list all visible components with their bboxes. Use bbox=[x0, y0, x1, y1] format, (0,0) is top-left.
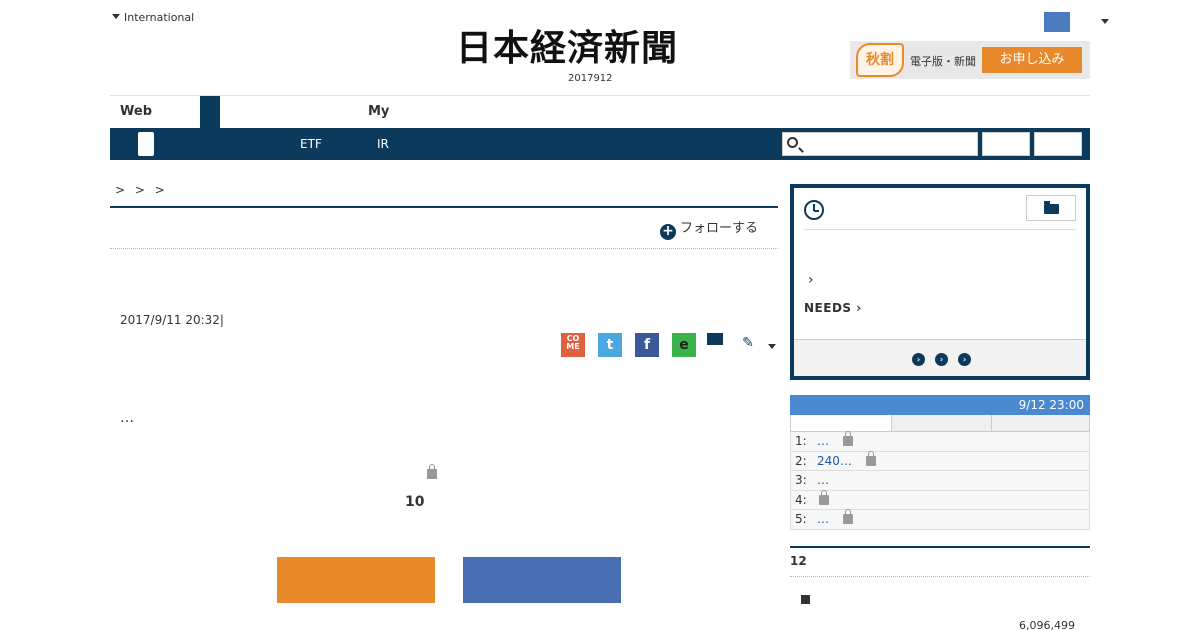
ranking-title[interactable]: … bbox=[817, 434, 829, 448]
clip-icon[interactable]: ✎ bbox=[736, 331, 760, 355]
chevron-right-icon[interactable]: › bbox=[808, 272, 814, 288]
twitter-icon[interactable]: t bbox=[598, 333, 622, 357]
tab-web[interactable]: Web bbox=[110, 96, 200, 128]
ranking-tab-3[interactable] bbox=[991, 415, 1089, 431]
login-button[interactable] bbox=[463, 557, 621, 603]
nikkei-logo[interactable]: 日本経済新聞 bbox=[456, 28, 746, 68]
ranking-title[interactable]: 240… bbox=[817, 454, 852, 468]
ranking-tab-2[interactable] bbox=[891, 415, 991, 431]
article-lead-text: … bbox=[120, 410, 134, 426]
nav-item-ir[interactable]: IR bbox=[377, 128, 389, 160]
square-bullet-icon bbox=[801, 595, 810, 604]
section-divider bbox=[790, 576, 1090, 577]
edition-label: International bbox=[124, 11, 195, 24]
header-divider bbox=[110, 95, 1090, 96]
section-rule bbox=[790, 546, 1090, 548]
search-input[interactable] bbox=[782, 132, 978, 156]
search-icon bbox=[787, 137, 798, 148]
section-title: 12 bbox=[790, 554, 807, 568]
article-divider bbox=[110, 248, 778, 249]
ranking-title[interactable]: … bbox=[817, 512, 829, 526]
article-timestamp: 2017/9/11 20:32| bbox=[120, 313, 224, 327]
history-panel: › NEEDS › › › › bbox=[790, 184, 1090, 380]
facebook-icon[interactable]: f bbox=[635, 333, 659, 357]
autumn-sale-badge: 秋割 bbox=[856, 43, 904, 77]
header-date: 2017912 bbox=[568, 73, 613, 84]
nav-item-etf[interactable]: ETF bbox=[300, 128, 322, 160]
evernote-icon[interactable]: e bbox=[672, 333, 696, 357]
needs-link[interactable]: NEEDS › bbox=[804, 301, 862, 315]
article-count: 10 bbox=[405, 494, 425, 510]
folder-button[interactable] bbox=[1026, 195, 1076, 221]
ranking-title[interactable]: … bbox=[817, 473, 829, 487]
nav-button-1[interactable] bbox=[982, 132, 1030, 156]
ranking-tabs bbox=[790, 415, 1090, 432]
ranking-row[interactable]: 1:… bbox=[790, 431, 1090, 452]
ranking-row[interactable]: 4: bbox=[790, 489, 1090, 511]
follow-label: フォローする bbox=[680, 221, 759, 236]
ranking-row[interactable]: 2: 240… bbox=[790, 450, 1090, 472]
lock-icon bbox=[819, 489, 829, 505]
lock-icon bbox=[843, 431, 853, 446]
tab-active-indicator[interactable] bbox=[200, 96, 220, 128]
ranking-row[interactable]: 3:… bbox=[790, 471, 1090, 491]
section-value: 6,096,499 bbox=[1019, 619, 1075, 630]
apply-button[interactable]: お申し込み bbox=[982, 47, 1082, 73]
tab-my[interactable]: My bbox=[368, 96, 389, 128]
ranking-header: 9/12 23:00 bbox=[790, 395, 1090, 415]
lock-icon bbox=[427, 464, 437, 479]
nav-home-button[interactable] bbox=[138, 132, 154, 156]
lock-icon bbox=[865, 450, 876, 466]
international-edition-dropdown[interactable]: International bbox=[112, 11, 194, 24]
account-caret-down-icon[interactable] bbox=[1101, 19, 1109, 24]
panel-nav-button-3[interactable]: › bbox=[958, 353, 971, 366]
panel-footer: › › › bbox=[794, 339, 1086, 376]
panel-nav-button-2[interactable]: › bbox=[935, 353, 948, 366]
share-toolbar: CO ME t f e ✎ bbox=[561, 333, 781, 357]
ranking-tab-1[interactable] bbox=[791, 415, 891, 431]
lock-icon bbox=[843, 509, 853, 525]
clock-icon bbox=[804, 200, 824, 220]
breadcrumb[interactable]: > > > bbox=[115, 183, 168, 197]
subscribe-button[interactable] bbox=[277, 557, 435, 603]
panel-nav-button-1[interactable]: › bbox=[912, 353, 925, 366]
nav-button-2[interactable] bbox=[1034, 132, 1082, 156]
folder-icon bbox=[1044, 201, 1059, 214]
share-more-caret-icon[interactable] bbox=[768, 344, 776, 349]
follow-button[interactable]: + フォローする bbox=[660, 219, 759, 240]
mail-icon[interactable] bbox=[707, 333, 723, 345]
panel-divider bbox=[804, 229, 1076, 230]
promo-text: 電子版・新聞 bbox=[910, 55, 976, 68]
user-avatar[interactable] bbox=[1044, 12, 1070, 32]
come-share-icon[interactable]: CO ME bbox=[561, 333, 585, 357]
caret-down-icon bbox=[112, 14, 120, 19]
subscription-promo-banner[interactable]: 秋割 電子版・新聞 お申し込み bbox=[850, 41, 1090, 79]
article-header-rule bbox=[110, 206, 778, 208]
ranking-row[interactable]: 5:… bbox=[790, 509, 1090, 530]
plus-circle-icon: + bbox=[660, 224, 676, 240]
